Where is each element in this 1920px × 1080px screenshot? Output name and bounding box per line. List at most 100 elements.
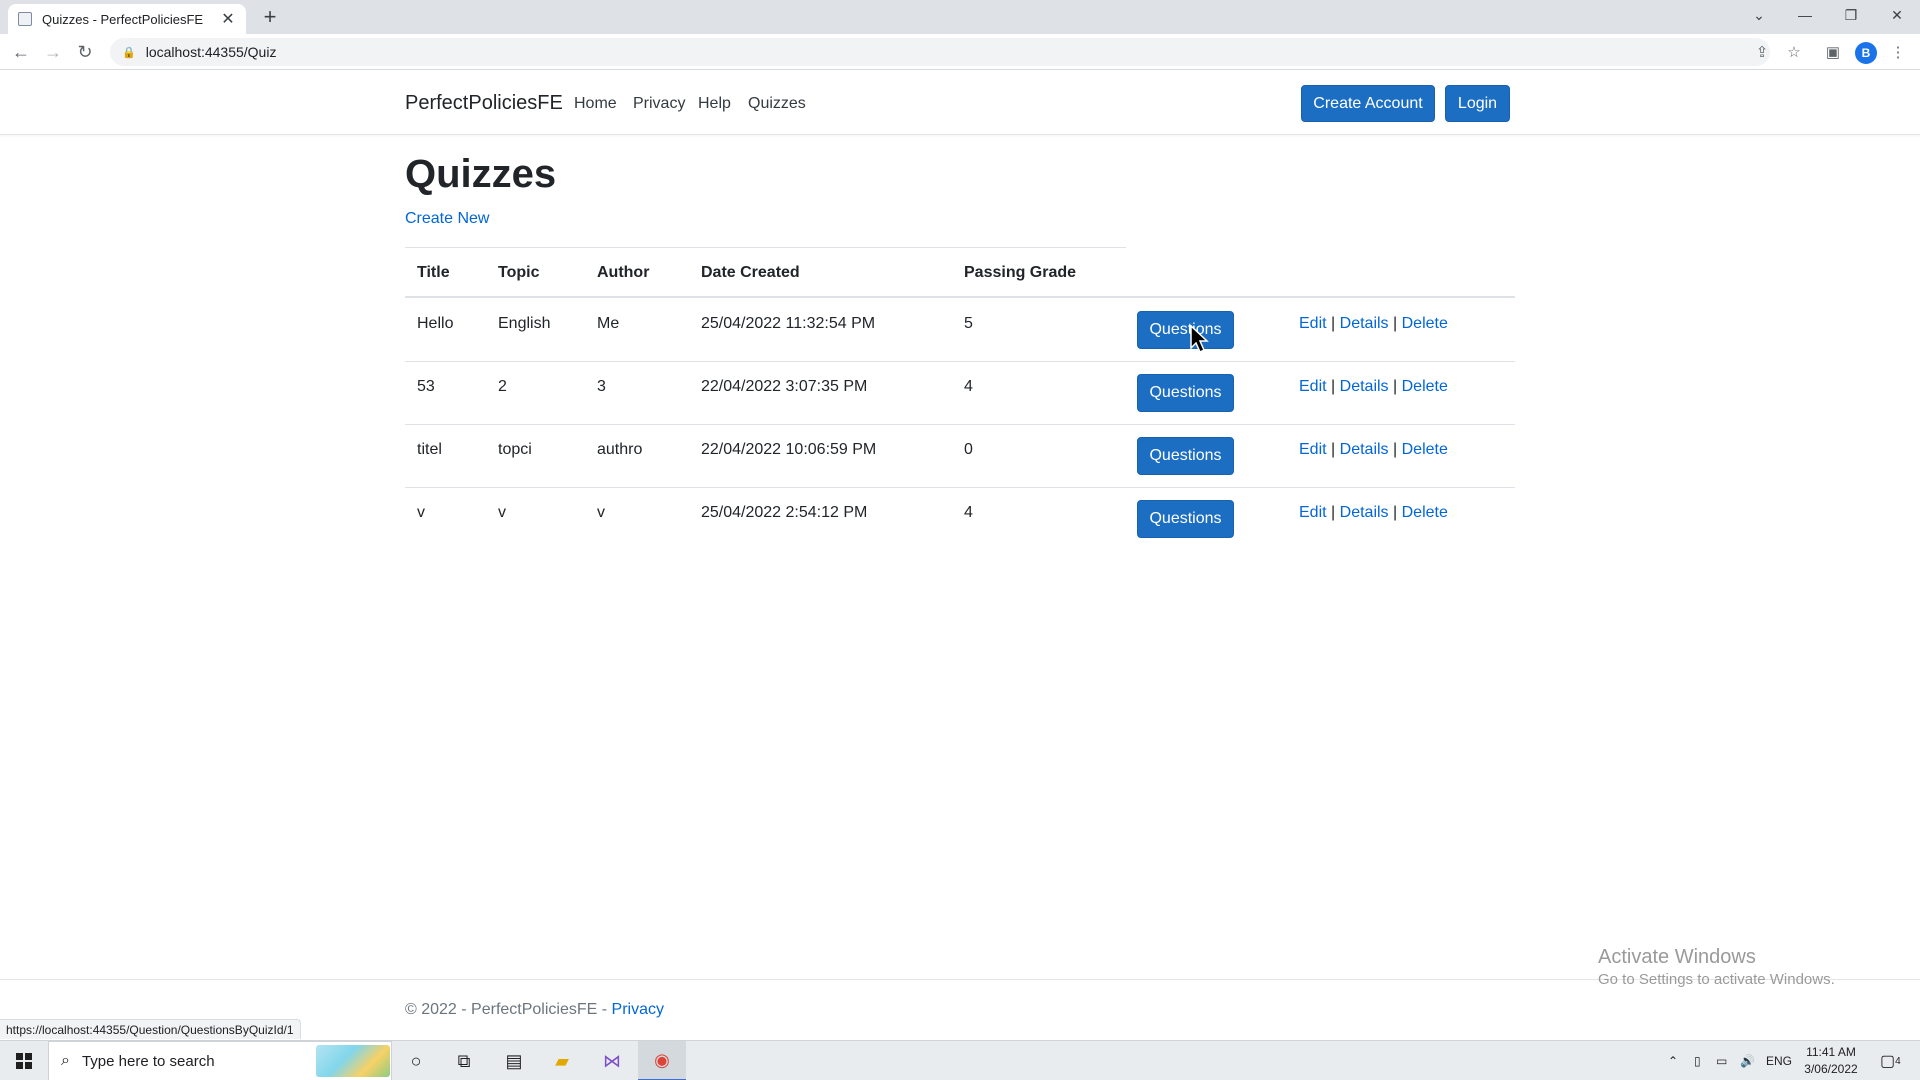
watermark-title: Activate Windows <box>1598 946 1756 968</box>
nav-help[interactable]: Help <box>698 95 731 113</box>
cell-author: 3 <box>597 378 606 395</box>
tab-title: Quizzes - PerfectPoliciesFE <box>42 11 204 27</box>
header-title: Title <box>417 264 450 281</box>
separator: | <box>1393 504 1398 521</box>
volume-icon[interactable]: 🔊 <box>1740 1041 1755 1080</box>
link-status-bar: https://localhost:44355/Question/Questio… <box>0 1019 301 1039</box>
device-icon[interactable]: ▯ <box>1694 1041 1701 1080</box>
questions-button[interactable]: Questions <box>1137 374 1234 412</box>
mouse-cursor-icon <box>1190 325 1209 354</box>
notifications-icon[interactable]: ▢ 4 <box>1880 1041 1901 1080</box>
separator: | <box>1393 441 1398 458</box>
minimize-button[interactable]: — <box>1782 0 1828 30</box>
edit-link[interactable]: Edit <box>1299 315 1327 332</box>
lock-icon[interactable]: 🔒 <box>122 46 136 59</box>
nav-home[interactable]: Home <box>574 95 617 113</box>
edit-link[interactable]: Edit <box>1299 378 1327 395</box>
footer-privacy-link[interactable]: Privacy <box>612 1001 664 1018</box>
footer: © 2022 - PerfectPoliciesFE - Privacy <box>405 1001 664 1019</box>
browser-tabstrip: Quizzes - PerfectPoliciesFE ✕ + ⌄ — ❐ ✕ <box>0 0 1920 34</box>
row-actions: Edit | Details | Delete <box>1299 378 1448 396</box>
details-link[interactable]: Details <box>1340 315 1389 332</box>
taskbar: ⌕ Type here to search ○ ⧉ ▤ ▰ ⋈ ◉ ⌃ ▯ ▭ … <box>0 1040 1920 1080</box>
cell-date: 25/04/2022 2:54:12 PM <box>701 504 868 521</box>
watermark-subtitle: Go to Settings to activate Windows. <box>1598 971 1835 988</box>
app-icon[interactable]: ▤ <box>490 1041 538 1080</box>
visual-studio-icon[interactable]: ⋈ <box>588 1041 636 1080</box>
browser-tab[interactable]: Quizzes - PerfectPoliciesFE ✕ <box>8 4 246 34</box>
cell-title: 53 <box>417 378 435 395</box>
login-button[interactable]: Login <box>1445 85 1510 122</box>
search-icon: ⌕ <box>61 1052 70 1069</box>
edit-link[interactable]: Edit <box>1299 504 1327 521</box>
chrome-icon[interactable]: ◉ <box>638 1041 686 1080</box>
footer-copyright: © 2022 - PerfectPoliciesFE - <box>405 1001 612 1018</box>
cell-topic: v <box>498 504 506 521</box>
details-link[interactable]: Details <box>1340 378 1389 395</box>
questions-button[interactable]: Questions <box>1137 500 1234 538</box>
page-title: Quizzes <box>405 152 557 196</box>
back-icon[interactable]: ← <box>9 40 33 64</box>
cell-topic: topci <box>498 441 532 458</box>
create-new-link[interactable]: Create New <box>405 210 489 228</box>
details-link[interactable]: Details <box>1340 504 1389 521</box>
table-header-border <box>405 296 1515 298</box>
start-button[interactable] <box>0 1041 48 1080</box>
browser-toolbar: ← → ↻ 🔒 localhost:44355/Quiz ⇪ ☆ ▣ B ⋮ <box>0 34 1920 70</box>
side-panel-icon[interactable]: ▣ <box>1823 42 1843 62</box>
cell-topic: English <box>498 315 551 332</box>
url-text: localhost:44355/Quiz <box>145 44 277 60</box>
row-actions: Edit | Details | Delete <box>1299 315 1448 333</box>
address-bar[interactable]: 🔒 localhost:44355/Quiz <box>110 38 1770 66</box>
edit-link[interactable]: Edit <box>1299 441 1327 458</box>
create-account-button[interactable]: Create Account <box>1301 85 1435 122</box>
row-actions: Edit | Details | Delete <box>1299 441 1448 459</box>
clock-time: 11:41 AM <box>1806 1045 1856 1059</box>
clock[interactable]: 11:41 AM 3/06/2022 <box>1798 1044 1864 1078</box>
file-explorer-icon[interactable]: ▰ <box>538 1041 586 1080</box>
cell-grade: 4 <box>964 378 973 395</box>
language-indicator[interactable]: ENG <box>1766 1041 1792 1080</box>
cell-date: 22/04/2022 3:07:35 PM <box>701 378 868 395</box>
close-tab-icon[interactable]: ✕ <box>220 9 236 29</box>
close-window-button[interactable]: ✕ <box>1874 0 1920 30</box>
nav-privacy[interactable]: Privacy <box>633 95 685 113</box>
questions-button[interactable]: Questions <box>1137 437 1234 475</box>
reload-icon[interactable]: ↻ <box>73 40 97 64</box>
cell-grade: 0 <box>964 441 973 458</box>
questions-button[interactable]: Questions <box>1137 311 1234 349</box>
delete-link[interactable]: Delete <box>1402 315 1448 332</box>
cell-author: authro <box>597 441 643 458</box>
show-hidden-icons[interactable]: ⌃ <box>1668 1041 1678 1080</box>
delete-link[interactable]: Delete <box>1402 378 1448 395</box>
delete-link[interactable]: Delete <box>1402 441 1448 458</box>
cell-date: 25/04/2022 11:32:54 PM <box>701 315 876 332</box>
details-link[interactable]: Details <box>1340 441 1389 458</box>
separator: | <box>1393 378 1398 395</box>
brand-link[interactable]: PerfectPoliciesFE <box>405 92 563 115</box>
delete-link[interactable]: Delete <box>1402 504 1448 521</box>
search-placeholder: Type here to search <box>81 1052 215 1070</box>
row-divider <box>405 361 1515 362</box>
menu-kebab-icon[interactable]: ⋮ <box>1888 42 1908 62</box>
tab-search-icon[interactable]: ⌄ <box>1736 0 1782 30</box>
nav-quizzes[interactable]: Quizzes <box>748 95 806 113</box>
forward-icon[interactable]: → <box>41 40 65 64</box>
header-topic: Topic <box>498 264 540 281</box>
task-view-icon[interactable]: ⧉ <box>440 1041 488 1080</box>
cortana-icon[interactable]: ○ <box>392 1041 440 1080</box>
row-actions: Edit | Details | Delete <box>1299 504 1448 522</box>
search-highlight-image <box>316 1045 390 1077</box>
clock-date: 3/06/2022 <box>1804 1062 1858 1076</box>
row-divider <box>405 424 1515 425</box>
network-icon[interactable]: ▭ <box>1716 1041 1727 1080</box>
share-icon[interactable]: ⇪ <box>1752 42 1772 62</box>
profile-avatar[interactable]: B <box>1855 42 1877 64</box>
header-date-created: Date Created <box>701 264 800 281</box>
restore-button[interactable]: ❐ <box>1828 0 1874 30</box>
new-tab-button[interactable]: + <box>258 6 282 30</box>
site-header: PerfectPoliciesFE Home Privacy Help Quiz… <box>0 70 1920 135</box>
table-top-border <box>405 247 1126 248</box>
bookmark-star-icon[interactable]: ☆ <box>1784 42 1804 62</box>
cell-title: Hello <box>417 315 454 332</box>
